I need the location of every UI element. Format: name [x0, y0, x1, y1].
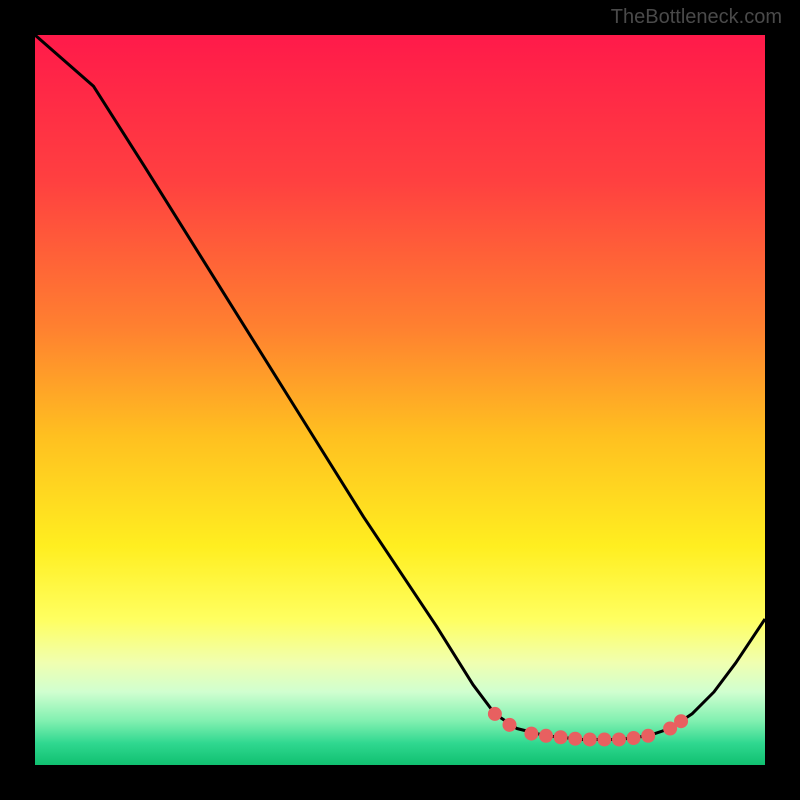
data-marker: [524, 727, 538, 741]
gradient-background: [35, 35, 765, 765]
data-marker: [539, 729, 553, 743]
data-marker: [503, 718, 517, 732]
attribution-text: TheBottleneck.com: [611, 6, 782, 29]
plot-area: [35, 35, 765, 765]
data-marker: [674, 714, 688, 728]
chart-container: TheBottleneck.com: [0, 0, 800, 800]
data-marker: [597, 732, 611, 746]
data-marker: [641, 729, 655, 743]
data-marker: [583, 732, 597, 746]
data-marker: [568, 732, 582, 746]
data-marker: [554, 730, 568, 744]
data-marker: [627, 731, 641, 745]
data-marker: [488, 707, 502, 721]
chart-svg: [35, 35, 765, 765]
data-marker: [612, 732, 626, 746]
